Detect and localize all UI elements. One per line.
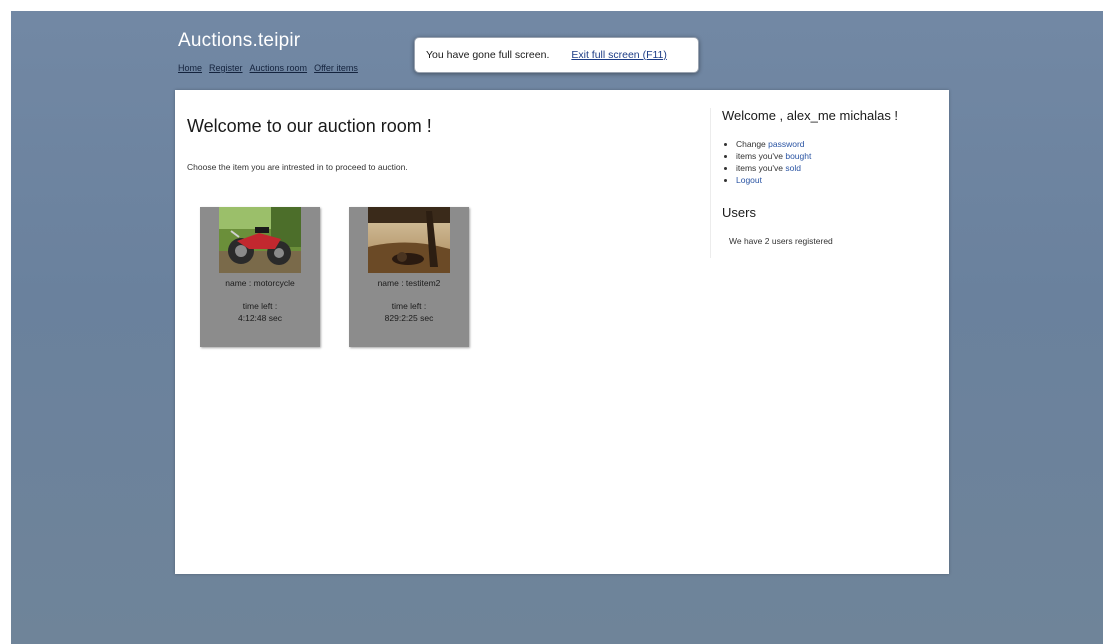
users-heading: Users [722,205,756,220]
change-password-link[interactable]: password [768,139,804,149]
users-count-text: We have 2 users registered [729,236,833,246]
nav-home-link[interactable]: Home [178,63,202,73]
menu-item-items-bought: items you've bought [736,150,811,162]
time-left-label: time left : [391,301,427,311]
time-left-label: time left : [242,301,278,311]
menu-item-change-password: Change password [736,138,811,150]
item-name: name : testitem2 [377,278,441,288]
auction-item-card-testitem2[interactable]: name : testitem2 time left : 829:2:25 se… [349,207,469,347]
logout-link[interactable]: Logout [736,175,762,185]
fullscreen-browser-viewport: Auctions.teipir Home Register Auctions r… [11,11,1103,644]
motorcycle-photo-icon [219,207,301,273]
menu-item-items-sold: items you've sold [736,162,811,174]
site-title: Auctions.teipir [178,30,301,51]
exit-fullscreen-link[interactable]: Exit full screen (F11) [571,49,667,61]
user-menu: Change password items you've bought item… [725,138,811,186]
welcome-user-heading: Welcome , alex_me michalas ! [722,108,899,123]
intro-text: Choose the item you are intrested in to … [187,162,408,172]
testitem2-photo-icon [368,207,450,273]
fullscreen-notification: You have gone full screen. Exit full scr… [414,37,699,73]
time-left-value: 829:2:25 sec [384,313,434,323]
time-left-value: 4:12:48 sec [238,313,282,323]
item-thumbnail-testitem2[interactable] [368,207,450,273]
nav-offer-items-link[interactable]: Offer items [314,63,358,73]
menu-item-text: Change [736,139,769,149]
top-navigation: Home Register Auctions room Offer items [178,63,358,73]
auction-item-card-motorcycle[interactable]: name : motorcycle time left : 4:12:48 se… [200,207,320,347]
sidebar-divider [710,108,711,258]
item-thumbnail-motorcycle[interactable] [219,207,301,273]
nav-register-link[interactable]: Register [209,63,243,73]
page-title: Welcome to our auction room ! [187,116,432,136]
items-bought-link[interactable]: bought [785,151,811,161]
items-sold-link[interactable]: sold [785,163,801,173]
content-panel: Welcome to our auction room ! Choose the… [175,90,949,574]
fullscreen-message: You have gone full screen. [426,49,550,61]
menu-item-text: items you've [736,163,786,173]
nav-auctions-room-link[interactable]: Auctions room [250,63,308,73]
sidebar: Welcome , alex_me michalas ! Change pass… [710,90,949,574]
menu-item-logout: Logout [736,174,811,186]
menu-item-text: items you've [736,151,786,161]
item-name: name : motorcycle [225,278,295,288]
